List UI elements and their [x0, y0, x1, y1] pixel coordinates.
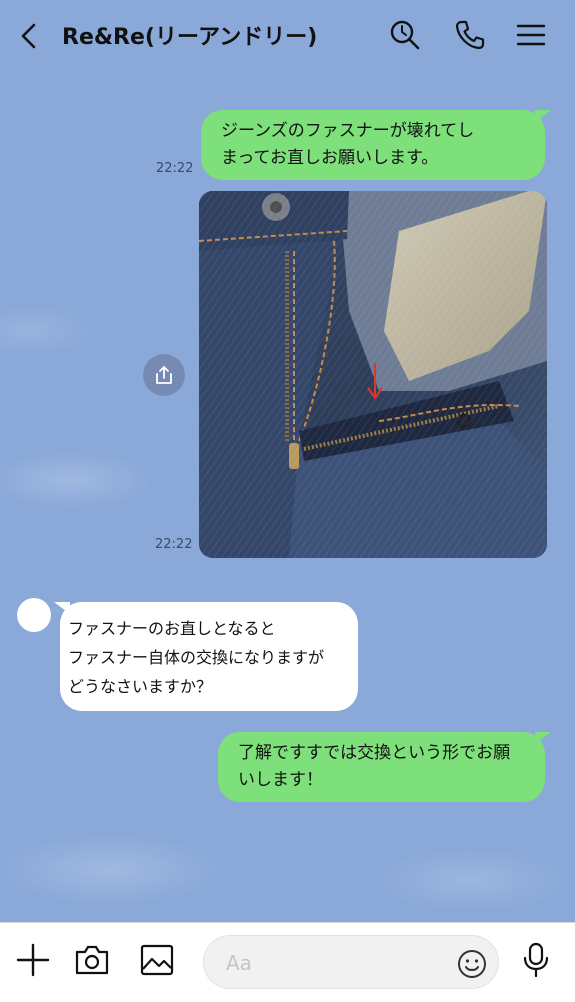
jeans-zipper-photo[interactable]	[199, 191, 547, 558]
message-time: 22:22	[156, 161, 194, 176]
message-time: 22:22	[155, 537, 193, 552]
message-text-line: 了解ですすでは交換という形でお願	[238, 743, 511, 763]
image-icon[interactable]	[138, 941, 176, 979]
search-icon[interactable]	[388, 18, 422, 52]
message-text-line: いします！	[238, 770, 323, 790]
chevron-left-icon[interactable]	[14, 20, 44, 52]
share-icon	[156, 366, 172, 384]
emoji-icon[interactable]	[456, 948, 488, 980]
microphone-icon[interactable]	[517, 941, 555, 979]
message-text-line: ジーンズのファスナーが壊れてし	[221, 121, 475, 141]
message-text-line: ファスナーのお直しとなると	[68, 619, 276, 638]
message-bubble-sent[interactable]: ジーンズのファスナーが壊れてし まってお直しお願いします。	[201, 110, 551, 180]
phone-icon[interactable]	[453, 18, 487, 52]
message-text-line: まってお直しお願いします。	[221, 148, 439, 168]
camera-icon[interactable]	[73, 941, 111, 979]
plus-icon[interactable]	[14, 941, 52, 979]
message-input-bar	[0, 922, 575, 1002]
share-button[interactable]	[143, 354, 185, 396]
chat-title[interactable]: Re&Re(リーアンドリー)	[62, 19, 317, 51]
message-text-line: どうなさいますか？	[68, 677, 213, 696]
message-input[interactable]	[203, 935, 499, 989]
message-bubble-sent[interactable]: 了解ですすでは交換という形でお願 いします！	[218, 732, 551, 802]
avatar[interactable]	[17, 598, 51, 632]
chat-header: Re&Re(リーアンドリー)	[0, 0, 575, 70]
message-text-field[interactable]	[226, 946, 446, 980]
message-bubble-received[interactable]: ファスナーのお直しとなると ファスナー自体の交換になりますが どうなさいますか？	[54, 602, 358, 711]
menu-icon[interactable]	[514, 18, 548, 52]
message-text-line: ファスナー自体の交換になりますが	[68, 648, 325, 667]
